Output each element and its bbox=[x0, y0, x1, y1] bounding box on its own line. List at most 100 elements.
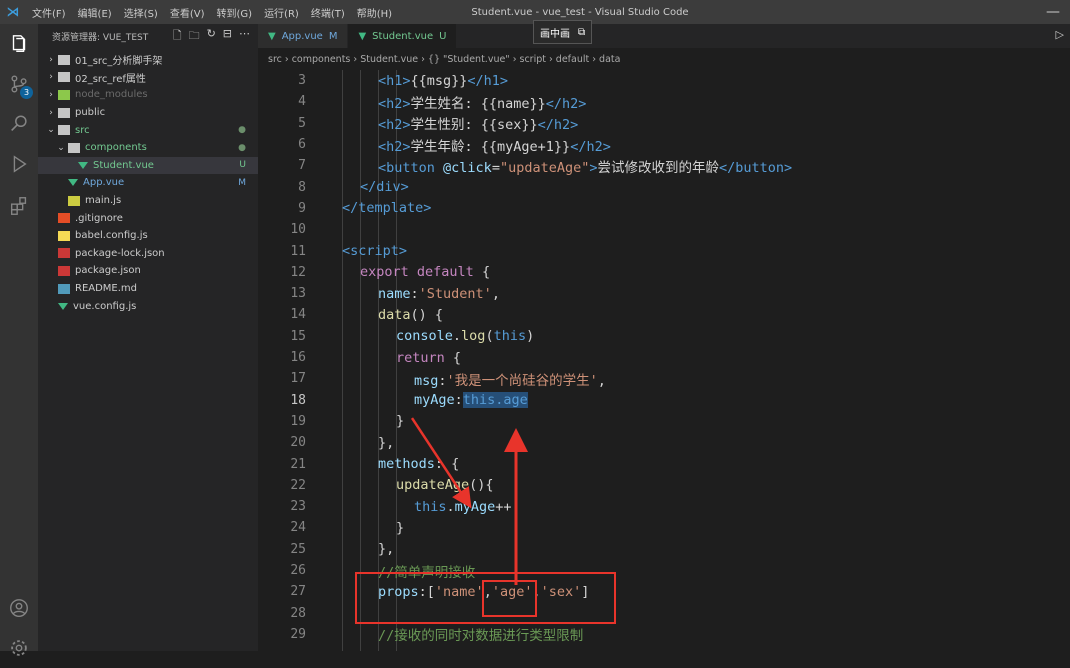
breadcrumb-item[interactable]: script bbox=[520, 54, 546, 65]
menu-item[interactable]: 文件(F) bbox=[26, 5, 72, 20]
menu-item[interactable]: 运行(R) bbox=[258, 5, 305, 20]
code-line[interactable]: 7 <button @click="updateAge">尝试修改收到的年龄</b… bbox=[258, 155, 1070, 176]
code-line[interactable]: 22 updateAge(){ bbox=[258, 475, 1070, 496]
code-line[interactable]: 3 <h1>{{msg}}</h1> bbox=[258, 70, 1070, 91]
menu-item[interactable]: 编辑(E) bbox=[72, 5, 118, 20]
code-token: <h2> bbox=[378, 95, 411, 112]
menu-item[interactable]: 帮助(H) bbox=[351, 5, 398, 20]
new-folder-icon[interactable]: 🗀 bbox=[189, 27, 200, 46]
code-line[interactable]: 8 </div> bbox=[258, 177, 1070, 198]
code-token: methods bbox=[378, 456, 435, 473]
code-line[interactable]: 11 <script> bbox=[258, 240, 1070, 261]
source-control-icon[interactable]: 3 bbox=[0, 64, 38, 104]
tree-item[interactable]: babel.config.js bbox=[38, 227, 258, 245]
tree-item[interactable]: › public bbox=[38, 104, 258, 122]
code-line[interactable]: 4 <h2>学生姓名: {{name}}</h2> bbox=[258, 91, 1070, 112]
code-line[interactable]: 19} bbox=[258, 411, 1070, 432]
code-line[interactable]: 17 msg:'我是一个尚硅谷的学生', bbox=[258, 368, 1070, 389]
menu-item[interactable]: 查看(V) bbox=[164, 5, 211, 20]
line-number: 3 bbox=[298, 73, 306, 89]
code-line[interactable]: 12 export default { bbox=[258, 262, 1070, 283]
tree-item[interactable]: vue.config.js bbox=[38, 297, 258, 315]
code-token: = bbox=[491, 159, 500, 176]
breadcrumb-separator: › bbox=[421, 53, 425, 65]
code-token: {{msg}} bbox=[410, 72, 468, 89]
line-number: 17 bbox=[290, 371, 306, 387]
code-line[interactable]: 5 <h2>学生性别: {{sex}}</h2> bbox=[258, 113, 1070, 134]
extensions-icon[interactable] bbox=[0, 186, 38, 226]
code-content: <script> bbox=[324, 243, 407, 259]
breadcrumb-item[interactable]: Student.vue bbox=[360, 54, 418, 65]
code-line[interactable]: 29 //接收的同时对数据进行类型限制 bbox=[258, 624, 1070, 645]
breadcrumb-item[interactable]: {} "Student.vue" bbox=[428, 54, 510, 65]
tree-item[interactable]: Student.vue U bbox=[38, 156, 258, 175]
code-line[interactable]: 25}, bbox=[258, 539, 1070, 560]
js-icon bbox=[68, 195, 80, 206]
tree-item[interactable]: › 01_src_分析脚手架 bbox=[38, 51, 258, 69]
code-token: default bbox=[416, 264, 482, 281]
code-token: "updateAge" bbox=[499, 159, 590, 176]
tab-student-vue[interactable]: ▼ Student.vue U bbox=[348, 24, 458, 48]
editor-tabs: ▼ App.vue M ▼ Student.vue U bbox=[258, 24, 1070, 48]
code-token: }, bbox=[378, 434, 395, 451]
chevron-icon: › bbox=[49, 72, 53, 83]
code-token: <script> bbox=[342, 243, 408, 260]
tree-item[interactable]: › 02_src_ref属性 bbox=[38, 69, 258, 87]
breadcrumb-item[interactable]: data bbox=[599, 54, 620, 65]
chevron-icon: › bbox=[49, 89, 53, 100]
line-number: 5 bbox=[298, 115, 306, 131]
breadcrumb-item[interactable]: src bbox=[268, 54, 282, 65]
explorer-title: 资源管理器: VUE_TEST bbox=[52, 32, 149, 43]
code-line[interactable]: 15 console.log(this) bbox=[258, 326, 1070, 347]
run-debug-icon[interactable] bbox=[0, 144, 38, 184]
code-line[interactable]: 23 this.myAge++ bbox=[258, 496, 1070, 517]
menu-item[interactable]: 转到(G) bbox=[211, 5, 259, 20]
collapse-all-icon[interactable]: ⊟ bbox=[223, 27, 232, 46]
tree-item[interactable]: App.vue M bbox=[38, 174, 258, 192]
breadcrumb-item[interactable]: default bbox=[556, 54, 589, 65]
tree-item[interactable]: README.md bbox=[38, 280, 258, 298]
tree-item[interactable]: .gitignore bbox=[38, 209, 258, 227]
code-line[interactable]: 6 <h2>学生年龄: {{myAge+1}}</h2> bbox=[258, 134, 1070, 155]
tree-item[interactable]: ⌄ src ● bbox=[38, 121, 258, 139]
code-line[interactable]: 20}, bbox=[258, 432, 1070, 453]
code-line[interactable]: 10 bbox=[258, 219, 1070, 240]
new-file-icon[interactable]: 🗋 bbox=[173, 27, 182, 46]
line-number: 28 bbox=[290, 605, 306, 621]
search-icon[interactable] bbox=[0, 104, 38, 144]
tree-item[interactable]: ⌄ components ● bbox=[38, 139, 258, 157]
chevron-icon: › bbox=[49, 54, 53, 65]
code-token: : bbox=[438, 372, 447, 389]
code-content: export default { bbox=[324, 264, 490, 280]
tree-item[interactable]: › node_modules bbox=[38, 86, 258, 104]
explorer-icon[interactable] bbox=[0, 24, 38, 64]
code-editor[interactable]: 3 <h1>{{msg}}</h1> 4 <h2>学生姓名: {{name}}</h2… bbox=[258, 70, 1070, 651]
run-icon[interactable]: ▷ bbox=[1056, 28, 1064, 41]
code-line[interactable]: 24} bbox=[258, 517, 1070, 538]
breadcrumb-item[interactable]: components bbox=[292, 54, 351, 65]
tree-item[interactable]: package.json bbox=[38, 262, 258, 280]
more-actions-icon[interactable]: ⋯ bbox=[239, 27, 250, 46]
tab-label: App.vue bbox=[281, 30, 323, 42]
code-token: . bbox=[452, 328, 462, 345]
pip-toggle-icon[interactable]: ⧉ bbox=[578, 27, 585, 38]
account-icon[interactable] bbox=[0, 588, 38, 628]
tree-item[interactable]: package-lock.json bbox=[38, 245, 258, 263]
code-line[interactable]: 9 </template> bbox=[258, 198, 1070, 219]
picture-in-picture-overlay[interactable]: 画中画 ⧉ bbox=[533, 20, 593, 44]
tab-app-vue[interactable]: ▼ App.vue M bbox=[258, 24, 349, 48]
refresh-icon[interactable]: ↻ bbox=[207, 27, 216, 46]
code-line[interactable]: 16 return { bbox=[258, 347, 1070, 368]
tree-item[interactable]: main.js bbox=[38, 192, 258, 210]
code-line[interactable]: 18 myAge:this.age bbox=[258, 390, 1070, 411]
menu-item[interactable]: 选择(S) bbox=[118, 5, 164, 20]
code-line[interactable]: 14 data() { bbox=[258, 304, 1070, 325]
code-line[interactable]: 21 methods: { bbox=[258, 453, 1070, 474]
settings-gear-icon[interactable] bbox=[0, 628, 38, 668]
code-token: </div> bbox=[360, 179, 409, 196]
minimize-button[interactable]: — bbox=[1046, 0, 1060, 24]
code-token: <button bbox=[378, 159, 444, 176]
line-number: 12 bbox=[290, 264, 306, 280]
menu-item[interactable]: 终端(T) bbox=[305, 5, 351, 20]
code-line[interactable]: 13 name:'Student', bbox=[258, 283, 1070, 304]
